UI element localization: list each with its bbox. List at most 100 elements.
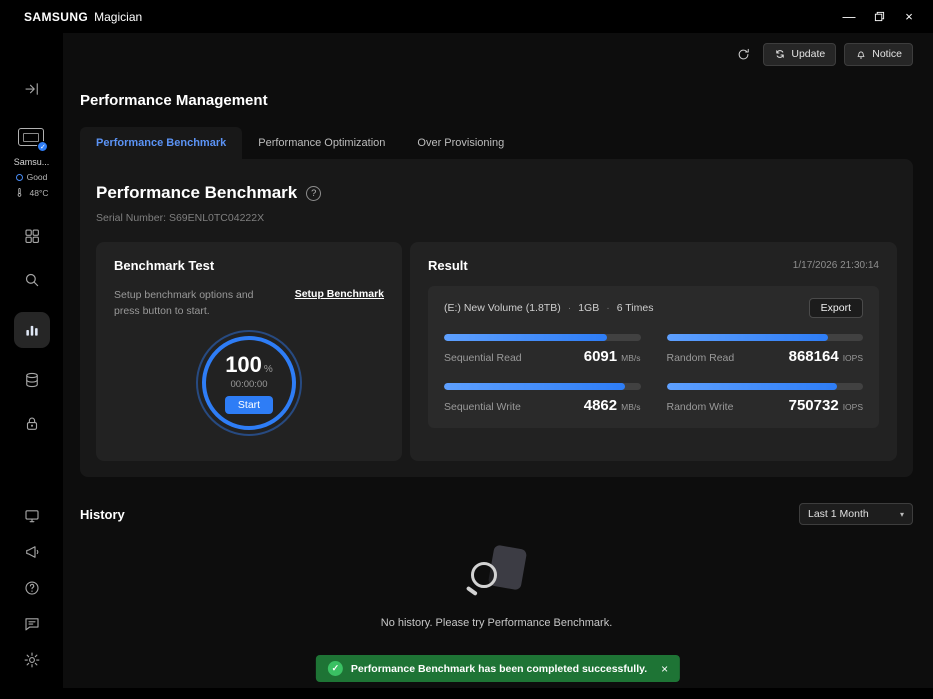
metric-label: Sequential Read xyxy=(444,352,522,364)
metric-value: 4862 xyxy=(584,397,617,414)
app-brand: SAMSUNG Magician xyxy=(24,10,142,24)
success-toast: ✓ Performance Benchmark has been complet… xyxy=(316,655,680,682)
search-icon xyxy=(23,271,41,289)
history-title: History xyxy=(80,507,125,522)
close-button[interactable]: × xyxy=(897,5,921,29)
result-metrics: Sequential Read 6091 MB/s Random Read 868… xyxy=(444,334,863,414)
success-check-icon: ✓ xyxy=(328,661,343,676)
tab-over-provisioning[interactable]: Over Provisioning xyxy=(401,127,520,159)
megaphone-icon xyxy=(23,543,41,561)
titlebar: SAMSUNG Magician — × xyxy=(0,0,933,33)
history-empty-state: No history. Please try Performance Bench… xyxy=(80,547,913,629)
sidebar-item-settings[interactable] xyxy=(14,648,50,672)
volume-label: (E:) New Volume (1.8TB) xyxy=(444,302,561,314)
result-volume-info: (E:) New Volume (1.8TB) · 1GB · 6 Times xyxy=(444,302,653,314)
metric-random-write: Random Write 750732IOPS xyxy=(667,383,864,414)
minimize-icon: — xyxy=(843,9,856,24)
health-status-icon xyxy=(16,174,23,181)
metric-label: Sequential Write xyxy=(444,401,521,413)
drive-name-label: Samsu... xyxy=(14,157,50,167)
top-toolbar: Update Notice xyxy=(80,42,913,66)
separator: · xyxy=(568,302,572,314)
bell-icon xyxy=(855,48,867,60)
help-icon xyxy=(23,579,41,597)
thermometer-icon xyxy=(14,187,25,198)
tab-bar: Performance Benchmark Performance Optimi… xyxy=(80,127,913,159)
sidebar-item-system[interactable] xyxy=(14,504,50,528)
minimize-button[interactable]: — xyxy=(837,5,861,29)
sidebar-bottom-nav xyxy=(14,504,50,678)
database-icon xyxy=(23,371,41,389)
notice-button[interactable]: Notice xyxy=(844,43,913,66)
result-title: Result xyxy=(428,258,468,273)
start-button[interactable]: Start xyxy=(225,396,273,414)
benchmark-test-title: Benchmark Test xyxy=(114,258,384,273)
sidebar-item-performance-benchmark[interactable] xyxy=(14,312,50,348)
drive-temperature: 48°C xyxy=(14,187,48,198)
metric-value: 750732 xyxy=(789,397,839,414)
notice-label: Notice xyxy=(872,48,902,60)
tab-performance-benchmark[interactable]: Performance Benchmark xyxy=(80,127,242,159)
chevron-down-icon: ▾ xyxy=(900,510,904,519)
section-help-icon[interactable]: ? xyxy=(306,186,321,201)
app-window: SAMSUNG Magician — × ✓ Samsu. xyxy=(0,0,933,699)
section-heading: Performance Benchmark xyxy=(96,183,297,203)
magnifier-icon xyxy=(471,562,497,588)
main-content: Update Notice Performance Management Per… xyxy=(63,33,933,688)
sidebar-item-security[interactable] xyxy=(14,412,50,436)
drive-health: Good xyxy=(16,172,48,182)
history-filter-dropdown[interactable]: Last 1 Month ▾ xyxy=(799,503,913,525)
sidebar-item-data-management[interactable] xyxy=(14,368,50,392)
drive-icon[interactable]: ✓ xyxy=(16,127,46,149)
result-box: (E:) New Volume (1.8TB) · 1GB · 6 Times … xyxy=(428,286,879,428)
refresh-button[interactable] xyxy=(731,42,755,66)
metric-unit: IOPS xyxy=(843,353,863,363)
restore-button[interactable] xyxy=(867,5,891,29)
app-name: Magician xyxy=(94,10,142,24)
sidebar-item-diagnostics[interactable] xyxy=(14,268,50,292)
empty-history-illustration xyxy=(465,547,529,603)
metric-sequential-write: Sequential Write 4862MB/s xyxy=(444,383,641,414)
percent-sign: % xyxy=(264,364,273,375)
sidebar-item-announcements[interactable] xyxy=(14,540,50,564)
metric-label: Random Read xyxy=(667,352,735,364)
metric-bar-track xyxy=(667,383,864,390)
test-count-label: 6 Times xyxy=(617,302,654,314)
window-controls: — × xyxy=(837,5,921,29)
drive-check-badge: ✓ xyxy=(37,141,48,152)
sidebar-item-help[interactable] xyxy=(14,576,50,600)
result-timestamp: 1/17/2026 21:30:14 xyxy=(793,260,879,271)
sidebar-expand-icon[interactable] xyxy=(14,77,50,101)
metric-bar-track xyxy=(667,334,864,341)
export-button[interactable]: Export xyxy=(809,298,863,318)
close-icon: × xyxy=(905,9,913,24)
sidebar: ✓ Samsu... Good 48°C xyxy=(0,33,63,688)
sidebar-item-dashboard[interactable] xyxy=(14,224,50,248)
toast-message: Performance Benchmark has been completed… xyxy=(351,663,647,675)
metric-bar-fill xyxy=(667,334,828,341)
update-button[interactable]: Update xyxy=(763,43,836,66)
sidebar-item-feedback[interactable] xyxy=(14,612,50,636)
metric-label: Random Write xyxy=(667,401,734,413)
benchmark-test-card: Benchmark Test Setup benchmark options a… xyxy=(96,242,402,461)
history-section: History Last 1 Month ▾ No history. Pleas… xyxy=(80,503,913,629)
magnifier-handle xyxy=(466,586,478,596)
chat-icon xyxy=(23,615,41,633)
page-title: Performance Management xyxy=(80,92,913,109)
sidebar-nav xyxy=(14,224,50,436)
update-label: Update xyxy=(791,48,825,60)
metric-unit: MB/s xyxy=(621,353,640,363)
toast-close-icon[interactable]: × xyxy=(661,662,668,676)
drive-summary: ✓ Samsu... Good 48°C xyxy=(14,127,50,198)
serial-number: Serial Number: S69ENL0TC04222X xyxy=(96,212,897,224)
temperature-label: 48°C xyxy=(29,188,48,198)
elapsed-time: 00:00:00 xyxy=(231,379,268,390)
metric-random-read: Random Read 868164IOPS xyxy=(667,334,864,365)
setup-benchmark-link[interactable]: Setup Benchmark xyxy=(295,288,384,320)
metric-value: 6091 xyxy=(584,348,617,365)
tab-performance-optimization[interactable]: Performance Optimization xyxy=(242,127,401,159)
samsung-logo: SAMSUNG xyxy=(24,10,88,24)
metric-bar-fill xyxy=(667,383,838,390)
gear-icon xyxy=(23,651,41,669)
test-size-label: 1GB xyxy=(578,302,599,314)
